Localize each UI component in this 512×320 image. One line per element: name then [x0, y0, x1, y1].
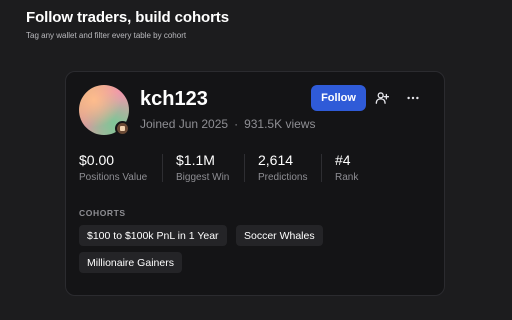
stat-rank: #4 Rank [335, 152, 358, 183]
add-user-icon[interactable] [371, 87, 393, 109]
page-subtitle: Tag any wallet and filter every table by… [26, 31, 187, 40]
stat-positions-value: $0.00 Positions Value [79, 152, 147, 183]
stat-value: #4 [335, 152, 351, 168]
more-options-icon[interactable] [402, 87, 424, 109]
stat-label: Positions Value [79, 172, 148, 183]
cohort-chip[interactable]: Soccer Whales [236, 225, 323, 246]
stat-label: Biggest Win [176, 172, 230, 183]
stat-label: Rank [335, 172, 359, 183]
stat-divider [321, 154, 322, 182]
stat-value: $1.1M [176, 152, 215, 168]
page-header: Follow traders, build cohorts Tag any wa… [26, 9, 229, 40]
stat-divider [162, 154, 163, 182]
cohort-chip[interactable]: $100 to $100k PnL in 1 Year [79, 225, 227, 246]
stat-value: $0.00 [79, 152, 115, 168]
profile-meta: Joined Jun 2025 · 931.5K views [140, 117, 315, 131]
cohort-chip[interactable]: Millionaire Gainers [79, 252, 182, 273]
meta-separator: · [234, 117, 239, 131]
rank-badge-icon [115, 121, 130, 136]
cohorts-heading: COHORTS [79, 208, 126, 218]
joined-date: Joined Jun 2025 [140, 117, 229, 131]
trader-profile-card: kch123 Joined Jun 2025 · 931.5K views Foll… [65, 71, 445, 296]
stat-predictions: 2,614 Predictions [258, 152, 307, 183]
stat-label: Predictions [258, 172, 308, 183]
username: kch123 [140, 88, 208, 110]
page-title: Follow traders, build cohorts [26, 9, 229, 26]
view-count: 931.5K views [244, 117, 316, 131]
stat-biggest-win: $1.1M Biggest Win [176, 152, 229, 183]
stat-divider [244, 154, 245, 182]
follow-button[interactable]: Follow [311, 85, 366, 111]
stat-value: 2,614 [258, 152, 294, 168]
